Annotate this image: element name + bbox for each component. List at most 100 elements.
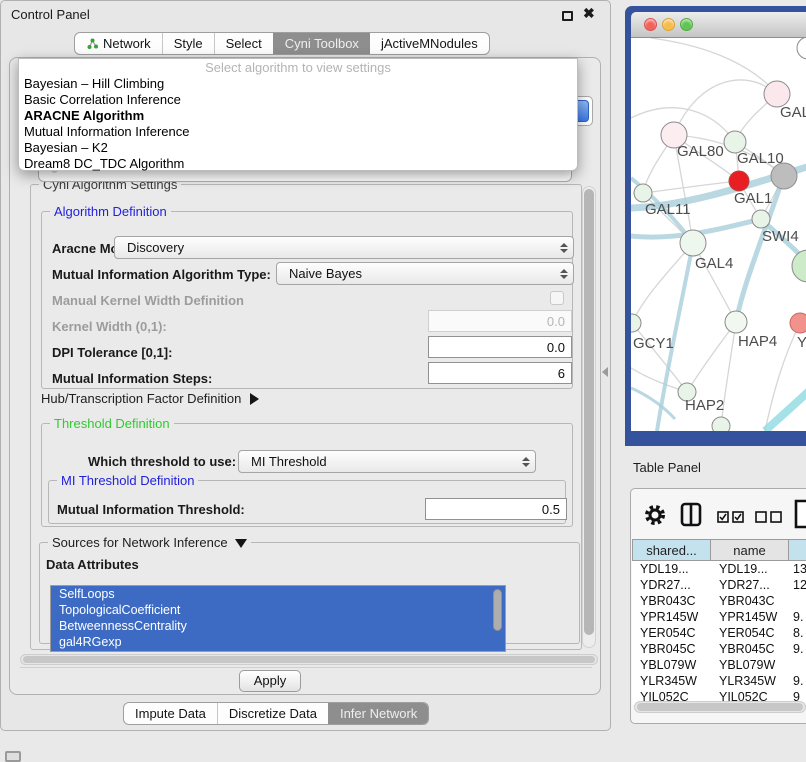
mi-threshold-group-title: MI Threshold Definition [57,473,198,488]
mi-steps-label: Mutual Information Steps: [52,371,212,386]
tab-style[interactable]: Style [162,33,214,54]
network-edge[interactable] [687,322,736,392]
tab-label: Impute Data [135,706,206,721]
table-row[interactable]: YBL079WYBL079W [632,657,806,673]
dropdown-item[interactable]: Dream8 DC_TDC Algorithm [19,156,577,172]
hub-definition-toggle[interactable]: Hub/Transcription Factor Definition [41,391,259,406]
network-edge[interactable] [651,38,777,94]
table-horizontal-scrollbar[interactable] [634,701,806,713]
manual-kernel-checkbox[interactable] [550,291,564,305]
table-cell: YBR045C [711,641,791,657]
tab-label: Infer Network [340,706,417,721]
tab-cyni-toolbox[interactable]: Cyni Toolbox [273,33,370,54]
bottom-tab-impute-data[interactable]: Impute Data [124,703,217,724]
close-icon[interactable]: ✖ [583,5,595,22]
kernel-width-label: Kernel Width (0,1): [52,319,167,334]
network-node-gal1[interactable] [729,171,749,191]
aracne-mode-combo[interactable]: Discovery [114,236,574,259]
network-edge-thick[interactable] [631,388,675,419]
table-header-row: shared...nameA [632,539,806,561]
list-scrollbar-thumb[interactable] [493,589,502,631]
table-cell: YBR045C [632,641,711,657]
which-threshold-combo[interactable]: MI Threshold [238,450,536,473]
application-root: Control Panel ✖ NetworkStyleSelectCyni T… [0,0,806,762]
minimize-traffic-light-icon[interactable] [662,18,675,31]
data-attributes-label: Data Attributes [46,557,139,572]
attribute-list-item[interactable]: gal4RGexp [51,634,505,650]
sources-group-title[interactable]: Sources for Network Inference [48,535,251,550]
network-node-y[interactable] [790,313,806,333]
splitter-collapse-icon[interactable] [602,367,608,377]
network-edge-thick[interactable] [765,390,806,431]
cyni-algorithm-settings-group: Cyni Algorithm Settings Algorithm Defini… [30,184,582,650]
threshold-definition-title: Threshold Definition [50,416,174,431]
bottom-tab-infer-network[interactable]: Infer Network [328,703,428,724]
network-node-swi4[interactable] [752,210,770,228]
table-cell [791,593,806,609]
network-node[interactable] [797,38,806,59]
kernel-width-field[interactable]: 0.0 [428,310,572,332]
select-all-checkboxes-icon[interactable] [717,511,745,523]
settings-vertical-scrollbar[interactable] [582,186,596,648]
network-canvas[interactable]: GALGAL80GAL10GAL1GAL11SWI4GAL4GCY1HAP4YH… [631,38,806,431]
tab-label: Cyni Toolbox [285,36,359,51]
tab-select[interactable]: Select [214,33,273,54]
zoom-traffic-light-icon[interactable] [680,18,693,31]
tab-label: Network [103,36,151,51]
data-attributes-list[interactable]: SelfLoopsTopologicalCoefficientBetweenne… [50,585,506,652]
combo-arrows-icon [560,263,568,284]
column-header[interactable]: shared... [632,539,711,561]
table-row[interactable]: YBR043CYBR043C [632,593,806,609]
network-node-label: GAL80 [677,143,724,160]
network-node-gal11[interactable] [634,184,652,202]
network-node-gcy1[interactable] [631,314,641,332]
table-row[interactable]: YLR345WYLR345W9. [632,673,806,689]
dropdown-item[interactable]: Mutual Information Inference [19,124,577,140]
combo-arrows-icon [522,451,530,472]
tab-network[interactable]: Network [75,33,162,54]
table-cell: YER054C [711,625,791,641]
network-node[interactable] [712,417,730,431]
corner-widget[interactable] [5,751,21,762]
network-icon [86,37,99,50]
document-icon[interactable] [794,499,806,529]
column-header[interactable]: A [789,539,806,561]
deselect-all-checkboxes-icon[interactable] [755,511,783,523]
dropdown-item[interactable]: Bayesian – K2 [19,140,577,156]
dropdown-item[interactable]: Basic Correlation Inference [19,92,577,108]
dropdown-item[interactable]: Bayesian – Hill Climbing [19,76,577,92]
mi-steps-field[interactable]: 6 [428,362,572,384]
mi-threshold-group: MI Threshold Definition Mutual Informati… [48,480,566,524]
network-node[interactable] [792,250,806,282]
dpi-tolerance-field[interactable]: 0.0 [428,336,572,358]
network-node-gal4[interactable] [680,230,706,256]
bottom-tab-discretize-data[interactable]: Discretize Data [217,703,328,724]
close-traffic-light-icon[interactable] [644,18,657,31]
network-window-titlebar[interactable] [631,12,806,38]
tab-jactivemnodules[interactable]: jActiveMNodules [370,33,489,54]
split-view-icon[interactable] [680,502,702,527]
column-header[interactable]: name [711,539,789,561]
table-cell: 12 [791,577,806,593]
dropdown-item[interactable]: ARACNE Algorithm [19,108,577,124]
apply-button[interactable]: Apply [239,670,301,692]
network-node-hap4[interactable] [725,311,747,333]
attribute-list-item[interactable]: BetweennessCentrality [51,618,505,634]
table-cell: YBL079W [632,657,711,673]
mi-type-combo[interactable]: Naive Bayes [276,262,574,285]
attribute-list-item[interactable]: TopologicalCoefficient [51,602,505,618]
gear-icon[interactable] [644,504,666,526]
settings-horizontal-scrollbar[interactable] [20,654,598,665]
attribute-list-item[interactable]: SelfLoops [51,586,505,602]
mi-type-label: Mutual Information Algorithm Type: [52,267,271,282]
table-cell: YBR043C [632,593,711,609]
mi-threshold-field[interactable]: 0.5 [425,498,567,520]
combo-arrows-icon [560,237,568,258]
table-row[interactable]: YDR27...YDR27...12 [632,577,806,593]
table-row[interactable]: YPR145WYPR145W9. [632,609,806,625]
float-window-icon[interactable] [562,11,573,21]
table-row[interactable]: YER054CYER054C8. [632,625,806,641]
network-node-label: HAP2 [685,397,724,414]
table-row[interactable]: YBR045CYBR045C9. [632,641,806,657]
table-row[interactable]: YDL19...YDL19...13 [632,561,806,577]
